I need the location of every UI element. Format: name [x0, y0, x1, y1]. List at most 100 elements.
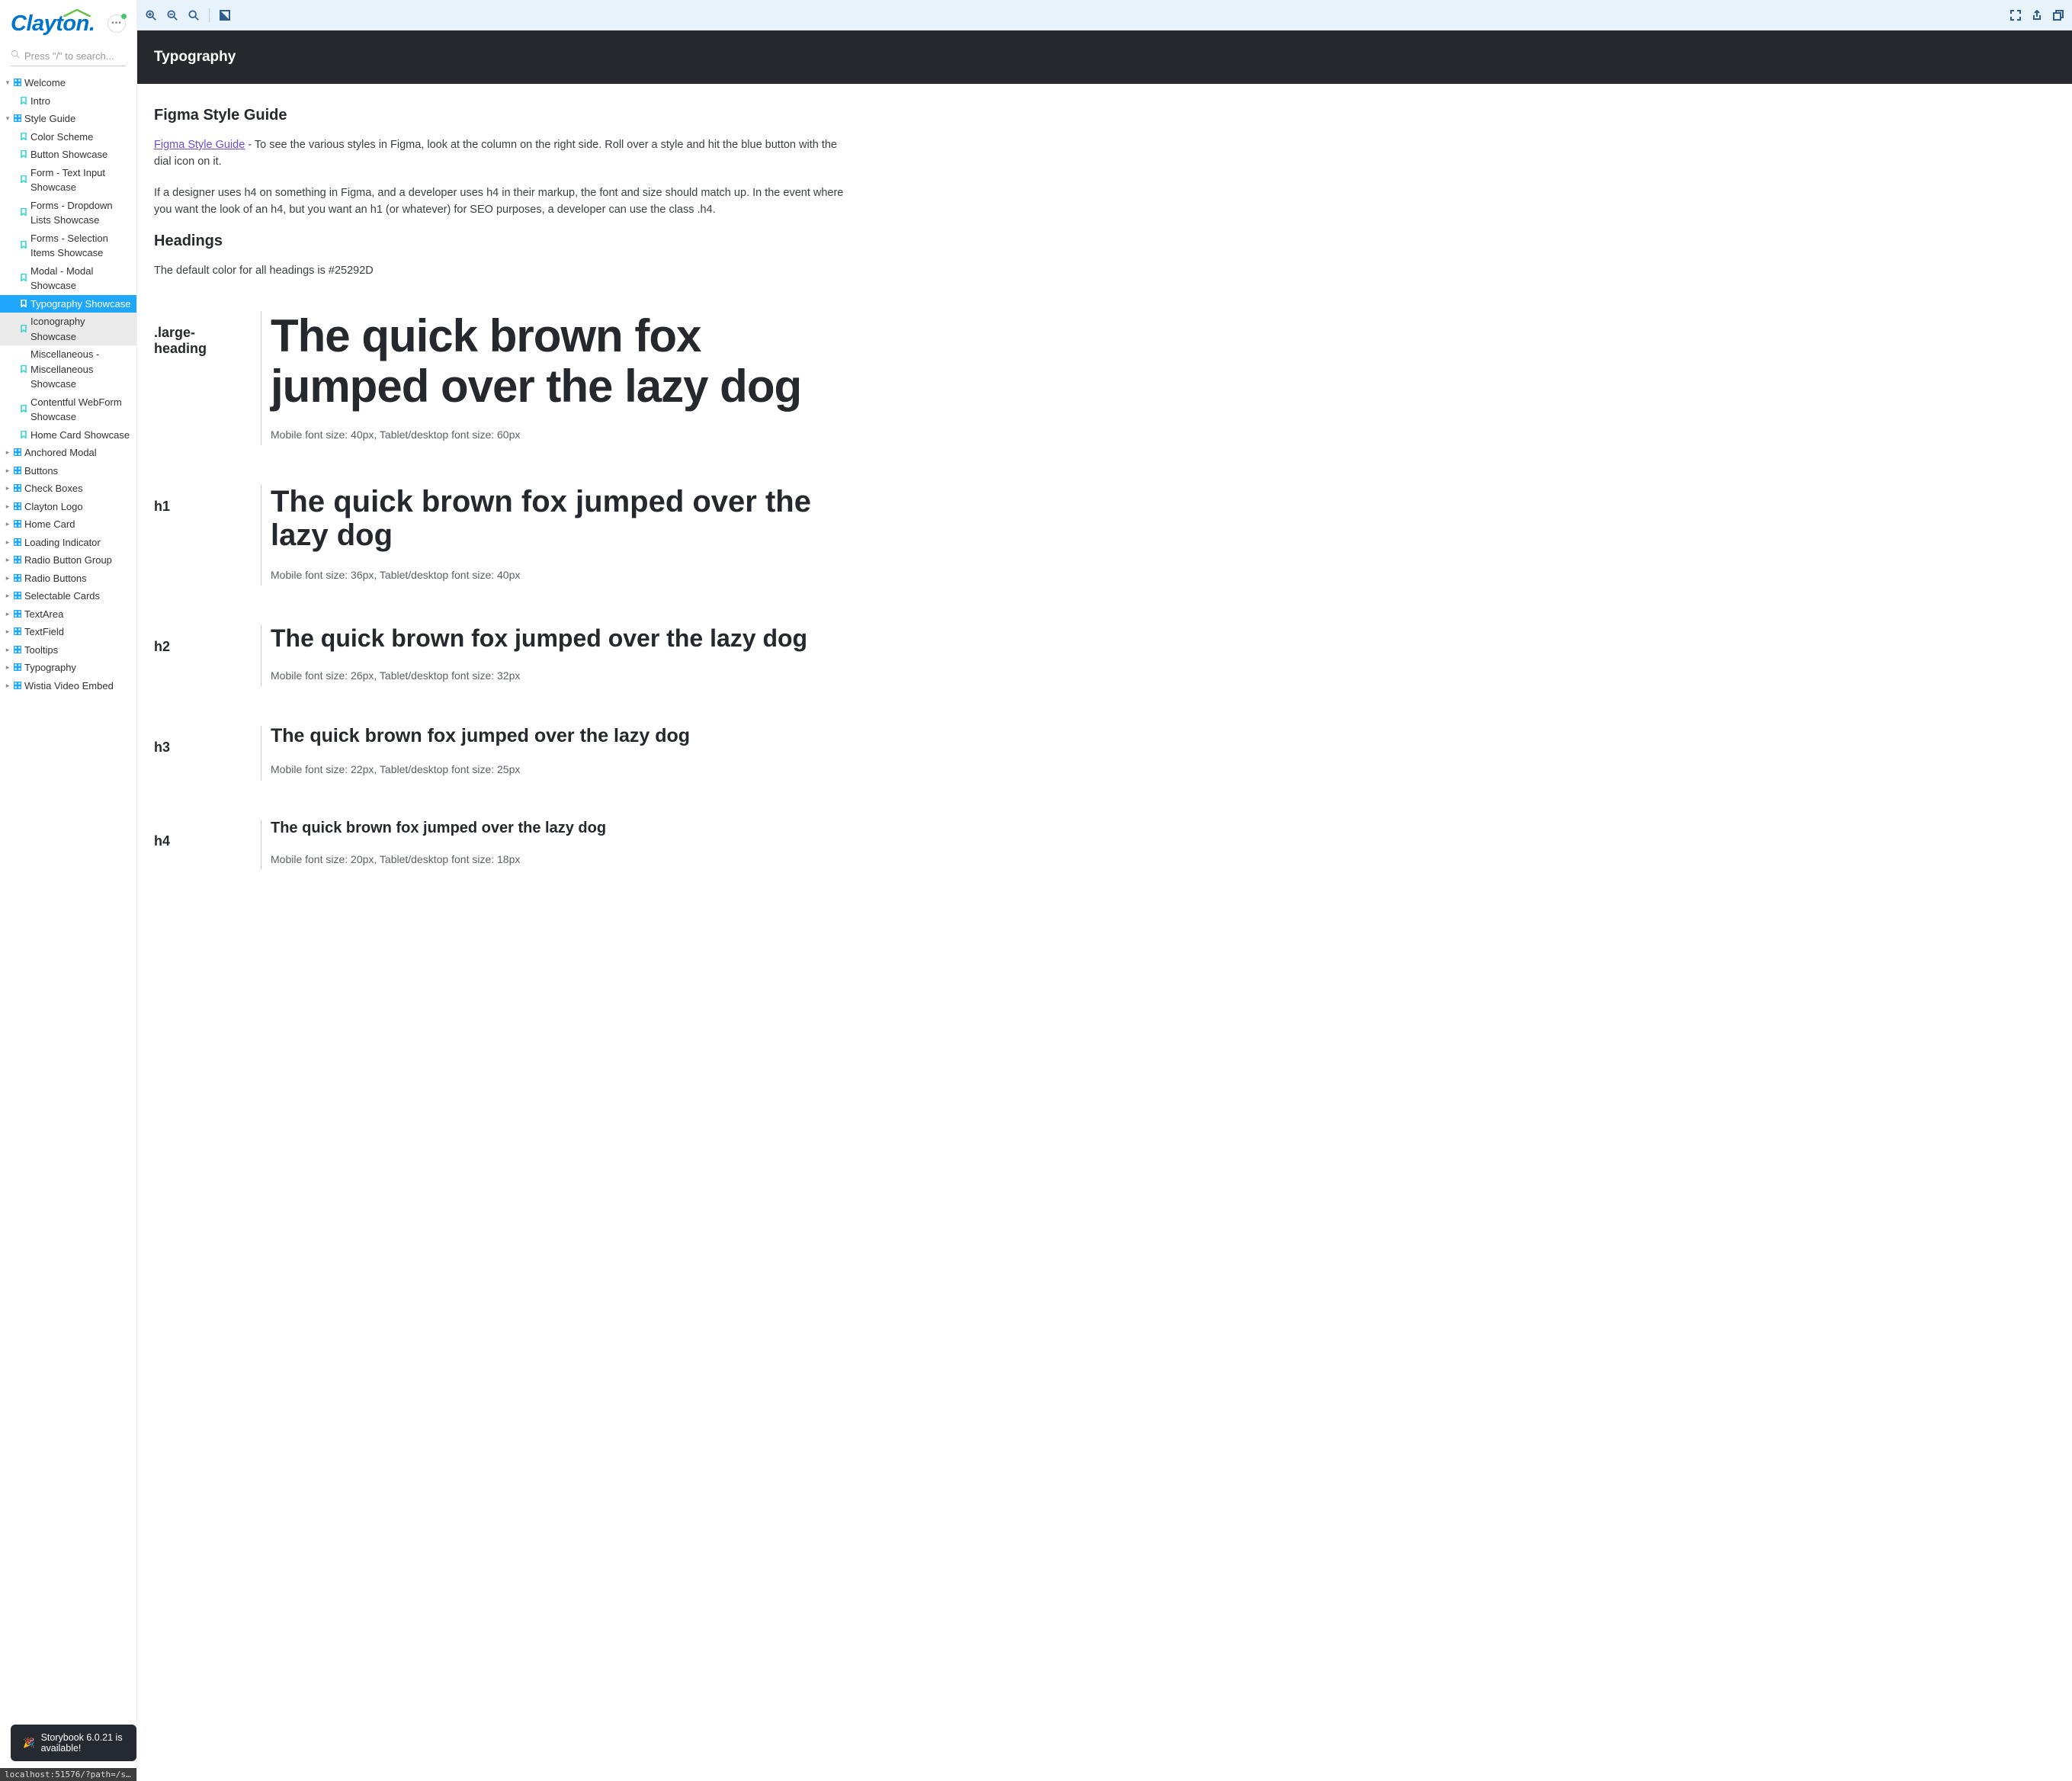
tree-label: Forms - Selection Items Showcase — [30, 231, 133, 261]
chevron-down-icon: ▾ — [5, 78, 11, 88]
typography-spec-row: h4 The quick brown fox jumped over the la… — [154, 801, 852, 891]
search-icon — [11, 49, 20, 63]
spec-label: h2 — [154, 625, 247, 655]
zoom-reset-button[interactable] — [188, 9, 200, 21]
tree-story[interactable]: Color Scheme — [0, 128, 136, 146]
sidebar-menu-button[interactable]: ••• — [107, 14, 126, 33]
chevron-right-icon: ▸ — [5, 663, 11, 673]
tree-story[interactable]: Forms - Dropdown Lists Showcase — [0, 197, 136, 229]
chevron-right-icon: ▸ — [5, 627, 11, 637]
tree-folder-welcome[interactable]: ▾ Welcome — [0, 74, 136, 92]
tree-label: Button Showcase — [30, 147, 107, 162]
tree-story[interactable]: Miscellaneous - Miscellaneous Showcase — [0, 345, 136, 393]
spec-sample: The quick brown fox jumped over the lazy… — [271, 625, 852, 652]
tree-label: Typography Showcase — [30, 297, 131, 312]
search-input[interactable] — [24, 50, 126, 62]
zoom-out-button[interactable] — [166, 9, 178, 21]
grid-icon — [14, 679, 21, 694]
tree-story[interactable]: Iconography Showcase — [0, 313, 136, 345]
tree-label: Clayton Logo — [24, 499, 83, 515]
tree-folder[interactable]: ▸Selectable Cards — [0, 587, 136, 605]
tree-story[interactable]: Forms - Selection Items Showcase — [0, 229, 136, 262]
tree-story[interactable]: Modal - Modal Showcase — [0, 262, 136, 295]
logo-roof-icon — [63, 7, 91, 14]
bookmark-icon — [20, 94, 27, 109]
fullscreen-button[interactable] — [2009, 9, 2022, 21]
tree-folder[interactable]: ▸ TextField — [0, 623, 136, 641]
spec-meta: Mobile font size: 26px, Tablet/desktop f… — [271, 669, 852, 682]
tree-folder[interactable]: ▸Loading Indicator — [0, 534, 136, 552]
tree-folder[interactable]: ▸Radio Button Group — [0, 551, 136, 570]
spec-body: The quick brown fox jumped over the lazy… — [261, 485, 852, 586]
tree-label: Miscellaneous - Miscellaneous Showcase — [30, 347, 133, 392]
chevron-down-icon: ▾ — [5, 114, 11, 124]
tree-folder[interactable]: ▸Anchored Modal — [0, 444, 136, 462]
spec-sample: The quick brown fox jumped over the lazy… — [271, 726, 852, 747]
search-input-wrapper[interactable] — [11, 46, 126, 66]
tree-folder[interactable]: ▸Wistia Video Embed — [0, 677, 136, 695]
tree-label: Tooltips — [24, 643, 58, 658]
bookmark-icon — [20, 238, 27, 253]
tree-label: Check Boxes — [24, 481, 83, 496]
grid-icon — [14, 517, 21, 532]
copy-link-button[interactable] — [2052, 9, 2064, 21]
spec-meta: Mobile font size: 20px, Tablet/desktop f… — [271, 853, 852, 865]
sidebar: Clayton ••• ▾ Welcome Intro ▾ Style Guid… — [0, 0, 137, 1781]
typography-spec-row: .large-headingThe quick brown fox jumped… — [154, 293, 852, 467]
grid-icon — [14, 643, 21, 658]
tree-folder[interactable]: ▸Check Boxes — [0, 480, 136, 498]
grid-icon — [14, 464, 21, 479]
chevron-right-icon: ▸ — [5, 573, 11, 584]
spec-body: The quick brown fox jumped over the lazy… — [261, 625, 852, 685]
background-toggle-button[interactable] — [219, 9, 231, 21]
chevron-right-icon: ▸ — [5, 466, 11, 477]
spec-label: h4 — [154, 820, 247, 849]
tree-story[interactable]: Typography Showcase — [0, 295, 136, 313]
spec-sample: The quick brown fox jumped over the lazy… — [271, 820, 852, 836]
spec-label: h3 — [154, 726, 247, 756]
typography-spec-row: h2 The quick brown fox jumped over the la… — [154, 607, 852, 707]
toolbar — [137, 0, 2072, 30]
tree-story[interactable]: Form - Text Input Showcase — [0, 164, 136, 197]
tree-folder[interactable]: ▸Buttons — [0, 462, 136, 480]
tree-folder-styleguide[interactable]: ▾ Style Guide — [0, 110, 136, 128]
toolbar-separator — [209, 8, 210, 22]
tree-story[interactable]: Button Showcase — [0, 146, 136, 164]
spec-sample: The quick brown fox jumped over the lazy… — [271, 311, 852, 412]
tree-label: Anchored Modal — [24, 445, 97, 460]
tree-folder[interactable]: ▸Tooltips — [0, 641, 136, 659]
update-notification[interactable]: 🎉 Storybook 6.0.21 is available! — [11, 1725, 136, 1761]
grid-icon — [14, 553, 21, 568]
tree-label: TextField — [24, 624, 64, 640]
tree-story[interactable]: Contentful WebForm Showcase — [0, 393, 136, 426]
typography-spec-row: h1 The quick brown fox jumped over the la… — [154, 467, 852, 607]
spec-meta: Mobile font size: 40px, Tablet/desktop f… — [271, 428, 852, 441]
tree-label: Home Card — [24, 517, 75, 532]
figma-link[interactable]: Figma Style Guide — [154, 139, 245, 151]
bookmark-icon — [20, 322, 27, 337]
tree-folder[interactable]: ▸Radio Buttons — [0, 570, 136, 588]
tree-folder[interactable]: ▸Home Card — [0, 515, 136, 534]
logo[interactable]: Clayton — [11, 8, 95, 40]
tree-label: TextArea — [24, 607, 63, 622]
zoom-in-button[interactable] — [145, 9, 157, 21]
grid-icon — [14, 571, 21, 586]
main-panel: Typography Figma Style Guide Figma Style… — [137, 0, 2072, 1781]
tree-story[interactable]: Home Card Showcase — [0, 426, 136, 444]
tree-folder[interactable]: ▸Typography — [0, 659, 136, 677]
page-title: Typography — [154, 49, 2055, 66]
tree-label: Home Card Showcase — [30, 428, 130, 443]
chevron-right-icon: ▸ — [5, 609, 11, 620]
section-title-headings: Headings — [154, 233, 852, 250]
typography-spec-row: h3 The quick brown fox jumped over the la… — [154, 708, 852, 802]
tree-label: Contentful WebForm Showcase — [30, 395, 133, 425]
canvas[interactable]: Typography Figma Style Guide Figma Style… — [137, 30, 2072, 1781]
tree-folder[interactable]: ▸Clayton Logo — [0, 498, 136, 516]
tree-story-intro[interactable]: Intro — [0, 92, 136, 111]
tree-label: Radio Button Group — [24, 553, 112, 568]
grid-icon — [14, 111, 21, 127]
open-new-tab-button[interactable] — [2031, 9, 2043, 21]
spec-label: h1 — [154, 485, 247, 515]
tree-folder[interactable]: ▸ TextArea — [0, 605, 136, 624]
tree-label: Intro — [30, 94, 50, 109]
